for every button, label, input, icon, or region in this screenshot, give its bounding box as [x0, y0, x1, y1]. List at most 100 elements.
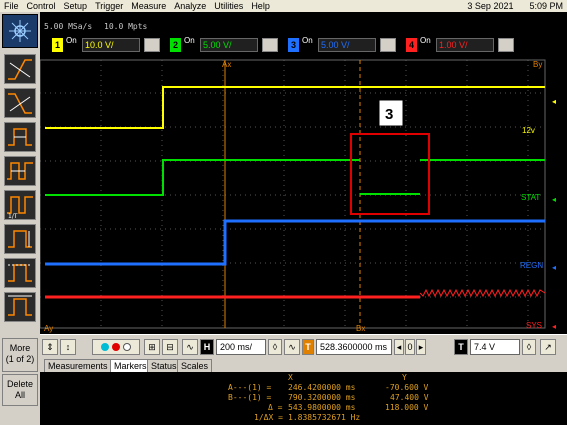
waveform-graticule: Ax By Ay Bx 12v STAT REGN SYS ◂ ◂ ◂ ◂ 3 — [40, 59, 556, 333]
time-display: 5:09 PM — [529, 1, 563, 11]
waveform-icon[interactable]: ∿ — [182, 339, 198, 355]
menu-file[interactable]: File — [0, 0, 23, 12]
waveform-display[interactable]: Ax By Ay Bx 12v STAT REGN SYS ◂ ◂ ◂ ◂ 3 — [40, 56, 567, 334]
channel-4-number: 4 — [406, 38, 417, 52]
marker-row-delta-y: 118.000 V — [385, 403, 429, 412]
trace-ch3 — [45, 219, 545, 266]
menu-utilities[interactable]: Utilities — [210, 0, 247, 12]
ch4-level-icon[interactable]: ◂ — [552, 322, 556, 331]
trigger-label: T — [454, 339, 468, 355]
tab-markers[interactable]: Markers — [110, 359, 151, 372]
delete-sub: All — [14, 390, 25, 400]
tab-measurements[interactable]: Measurements — [44, 359, 112, 372]
marker-header-y: Y — [402, 373, 407, 382]
marker-row-b-label: B---(1) = — [228, 393, 272, 402]
amplitude-icon[interactable] — [4, 224, 36, 254]
zoom-icon[interactable]: ⊞ — [144, 339, 160, 355]
ch2-level-icon[interactable]: ◂ — [552, 195, 556, 204]
scroll-adjust-icon[interactable]: ↕ — [60, 339, 76, 355]
delay-left-icon[interactable]: ◂ — [394, 339, 404, 355]
menu-control[interactable]: Control — [23, 0, 60, 12]
delay-zero-icon[interactable]: 0 — [405, 339, 415, 355]
marker-readout: X Y A---(1) = 246.4200000 ms -70.600 V B… — [40, 372, 567, 425]
marker-row-freq-x: 1.8385732671 Hz — [288, 413, 361, 422]
period-icon[interactable] — [4, 156, 36, 186]
trigger-slope-icon[interactable]: ↗ — [540, 339, 556, 355]
channel-3-on: On — [302, 36, 313, 45]
label-ch1: 12v — [522, 126, 535, 135]
trace-ch2-a — [45, 159, 360, 196]
marker-by-top: By — [533, 60, 542, 69]
more-label: More — [9, 343, 31, 353]
menu-setup[interactable]: Setup — [60, 0, 92, 12]
vmax-icon[interactable] — [4, 292, 36, 322]
more-button[interactable]: More (1 of 2) — [2, 338, 38, 372]
channel-3-scale[interactable]: 5.00 V/ — [318, 38, 376, 52]
tab-scales[interactable]: Scales — [177, 359, 213, 372]
pulse-width-icon[interactable] — [4, 122, 36, 152]
menu-trigger[interactable]: Trigger — [91, 0, 127, 12]
datetime: 3 Sep 2021 5:09 PM — [467, 0, 563, 12]
marker-ax-bottom: Ay — [44, 324, 53, 333]
color-dot-white-icon — [122, 343, 131, 351]
menu-analyze[interactable]: Analyze — [170, 0, 210, 12]
channel-2-coupling-icon[interactable] — [262, 38, 278, 52]
delay-field[interactable]: 528.3600000 ms — [316, 339, 392, 355]
label-ch2: STAT — [521, 193, 540, 202]
frequency-icon[interactable]: 1/T — [4, 190, 36, 220]
memory-depth: 10.0 Mpts — [104, 22, 148, 31]
tab-status[interactable]: Status — [147, 359, 181, 372]
channel-3-coupling-icon[interactable] — [380, 38, 396, 52]
menu-measure[interactable]: Measure — [127, 0, 170, 12]
marker-header-x: X — [288, 373, 293, 382]
top-base-icon[interactable] — [4, 258, 36, 288]
tab-bar: Measurements Markers Status Scales — [40, 358, 567, 372]
scope-logo-icon[interactable] — [2, 14, 38, 48]
trace-ch4-ripple — [419, 288, 546, 298]
channel-1-scale[interactable]: 10.0 V/ — [82, 38, 140, 52]
horizontal-label: H — [200, 339, 214, 355]
ch3-level-icon[interactable]: ◂ — [552, 263, 556, 272]
trigger-spin-icon[interactable]: ◊ — [522, 339, 536, 355]
color-selector[interactable] — [92, 339, 140, 355]
channel-1-number: 1 — [52, 38, 63, 52]
channel-2-number: 2 — [170, 38, 181, 52]
delete-all-button[interactable]: Delete All — [2, 374, 38, 406]
channel-2-on: On — [184, 36, 195, 45]
date-display: 3 Sep 2021 — [467, 1, 514, 11]
delay-right-icon[interactable]: ▸ — [416, 339, 426, 355]
marker-row-freq-label: 1/ΔX = — [254, 413, 283, 422]
annotation-number: 3 — [385, 106, 393, 123]
ch1-level-icon[interactable]: ◂ — [552, 97, 556, 106]
fall-time-icon[interactable] — [4, 88, 36, 118]
menu-help[interactable]: Help — [247, 0, 274, 12]
timebase-field[interactable]: 200 ms/ — [216, 339, 266, 355]
marker-row-a-y: -70.600 V — [385, 383, 429, 392]
channel-4-scale[interactable]: 1.00 V/ — [436, 38, 494, 52]
left-toolbar: 1/T More (1 of 2) Delete All — [0, 12, 40, 425]
timebase-spin-icon[interactable]: ◊ — [268, 339, 282, 355]
channel-3-number: 3 — [288, 38, 299, 52]
more-page: (1 of 2) — [5, 354, 35, 364]
marker-row-b-y: 47.400 V — [390, 393, 429, 402]
channel-4-coupling-icon[interactable] — [498, 38, 514, 52]
marker-row-delta-x: 543.9800000 ms — [288, 403, 356, 412]
control-row: ⇕ ↕ ⊞ ⊟ ∿ H 200 ms/ ◊ ∿ T 528.3600000 ms… — [40, 334, 567, 358]
marker-bx-bottom: Bx — [356, 324, 365, 333]
channel-1-on: On — [66, 36, 77, 45]
zoom-out-icon[interactable]: ⊟ — [162, 339, 178, 355]
color-dot-red-icon — [112, 343, 120, 351]
marker-row-a-label: A---(1) = — [228, 383, 272, 392]
channel-bar: 1 On 10.0 V/ 2 On 5.00 V/ 3 On 5.00 V/ 4… — [40, 34, 567, 56]
delay-mode-icon[interactable]: ∿ — [284, 339, 300, 355]
vertical-adjust-icon[interactable]: ⇕ — [42, 339, 58, 355]
channel-4-on: On — [420, 36, 431, 45]
channel-1-coupling-icon[interactable] — [144, 38, 160, 52]
rise-time-icon[interactable] — [4, 54, 36, 84]
trigger-level-field[interactable]: 7.4 V — [470, 339, 520, 355]
svg-text:1/T: 1/T — [8, 213, 18, 219]
acquisition-status: 5.00 MSa/s 10.0 Mpts — [40, 12, 567, 34]
marker-row-delta-label: Δ = — [268, 403, 283, 412]
annotation-box — [350, 133, 430, 215]
channel-2-scale[interactable]: 5.00 V/ — [200, 38, 258, 52]
